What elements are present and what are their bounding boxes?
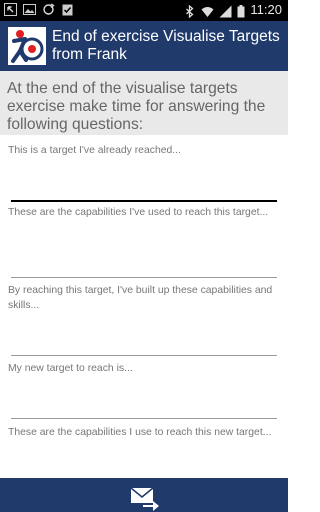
action-bar: End of exercise Visualise Targets from F… — [0, 21, 288, 71]
image-icon — [23, 4, 36, 15]
question-label: By reaching this target, I've built up t… — [8, 285, 273, 311]
answer-field[interactable] — [11, 325, 277, 355]
question-label: These are the capabilities I've used to … — [8, 207, 269, 218]
question-label: These are the capabilities I use to reac… — [8, 427, 272, 438]
intro-panel: At the end of the visualise targets exer… — [0, 71, 288, 135]
question-label: This is a target I've already reached... — [8, 145, 181, 156]
back-arrow-icon — [4, 3, 17, 16]
answer-field[interactable] — [11, 170, 277, 200]
app-logo[interactable] — [8, 27, 46, 65]
send-email-button[interactable] — [127, 485, 161, 511]
status-right-icons: 11:20 — [183, 2, 282, 18]
question-label: My new target to reach is... — [8, 363, 133, 374]
answer-underline — [11, 418, 277, 419]
status-bar: 11:20 — [0, 0, 288, 21]
page-title: End of exercise Visualise Targets from F… — [52, 28, 280, 63]
battery-icon — [237, 4, 245, 17]
clipboard-check-icon — [62, 4, 73, 16]
answer-field[interactable] — [11, 247, 277, 277]
intro-text: At the end of the visualise targets exer… — [7, 80, 266, 133]
answer-underline — [11, 355, 277, 356]
bluetooth-icon — [186, 4, 194, 18]
send-mail-icon — [130, 487, 159, 511]
status-time: 11:20 — [250, 2, 282, 17]
target-figure-logo-icon — [11, 30, 44, 63]
answer-underline — [11, 277, 277, 278]
signal-icon — [219, 5, 232, 17]
answer-field[interactable] — [11, 388, 277, 418]
status-left-icons — [4, 3, 74, 16]
wifi-icon — [201, 6, 214, 17]
answer-underline — [11, 200, 277, 202]
sync-icon — [43, 3, 55, 15]
